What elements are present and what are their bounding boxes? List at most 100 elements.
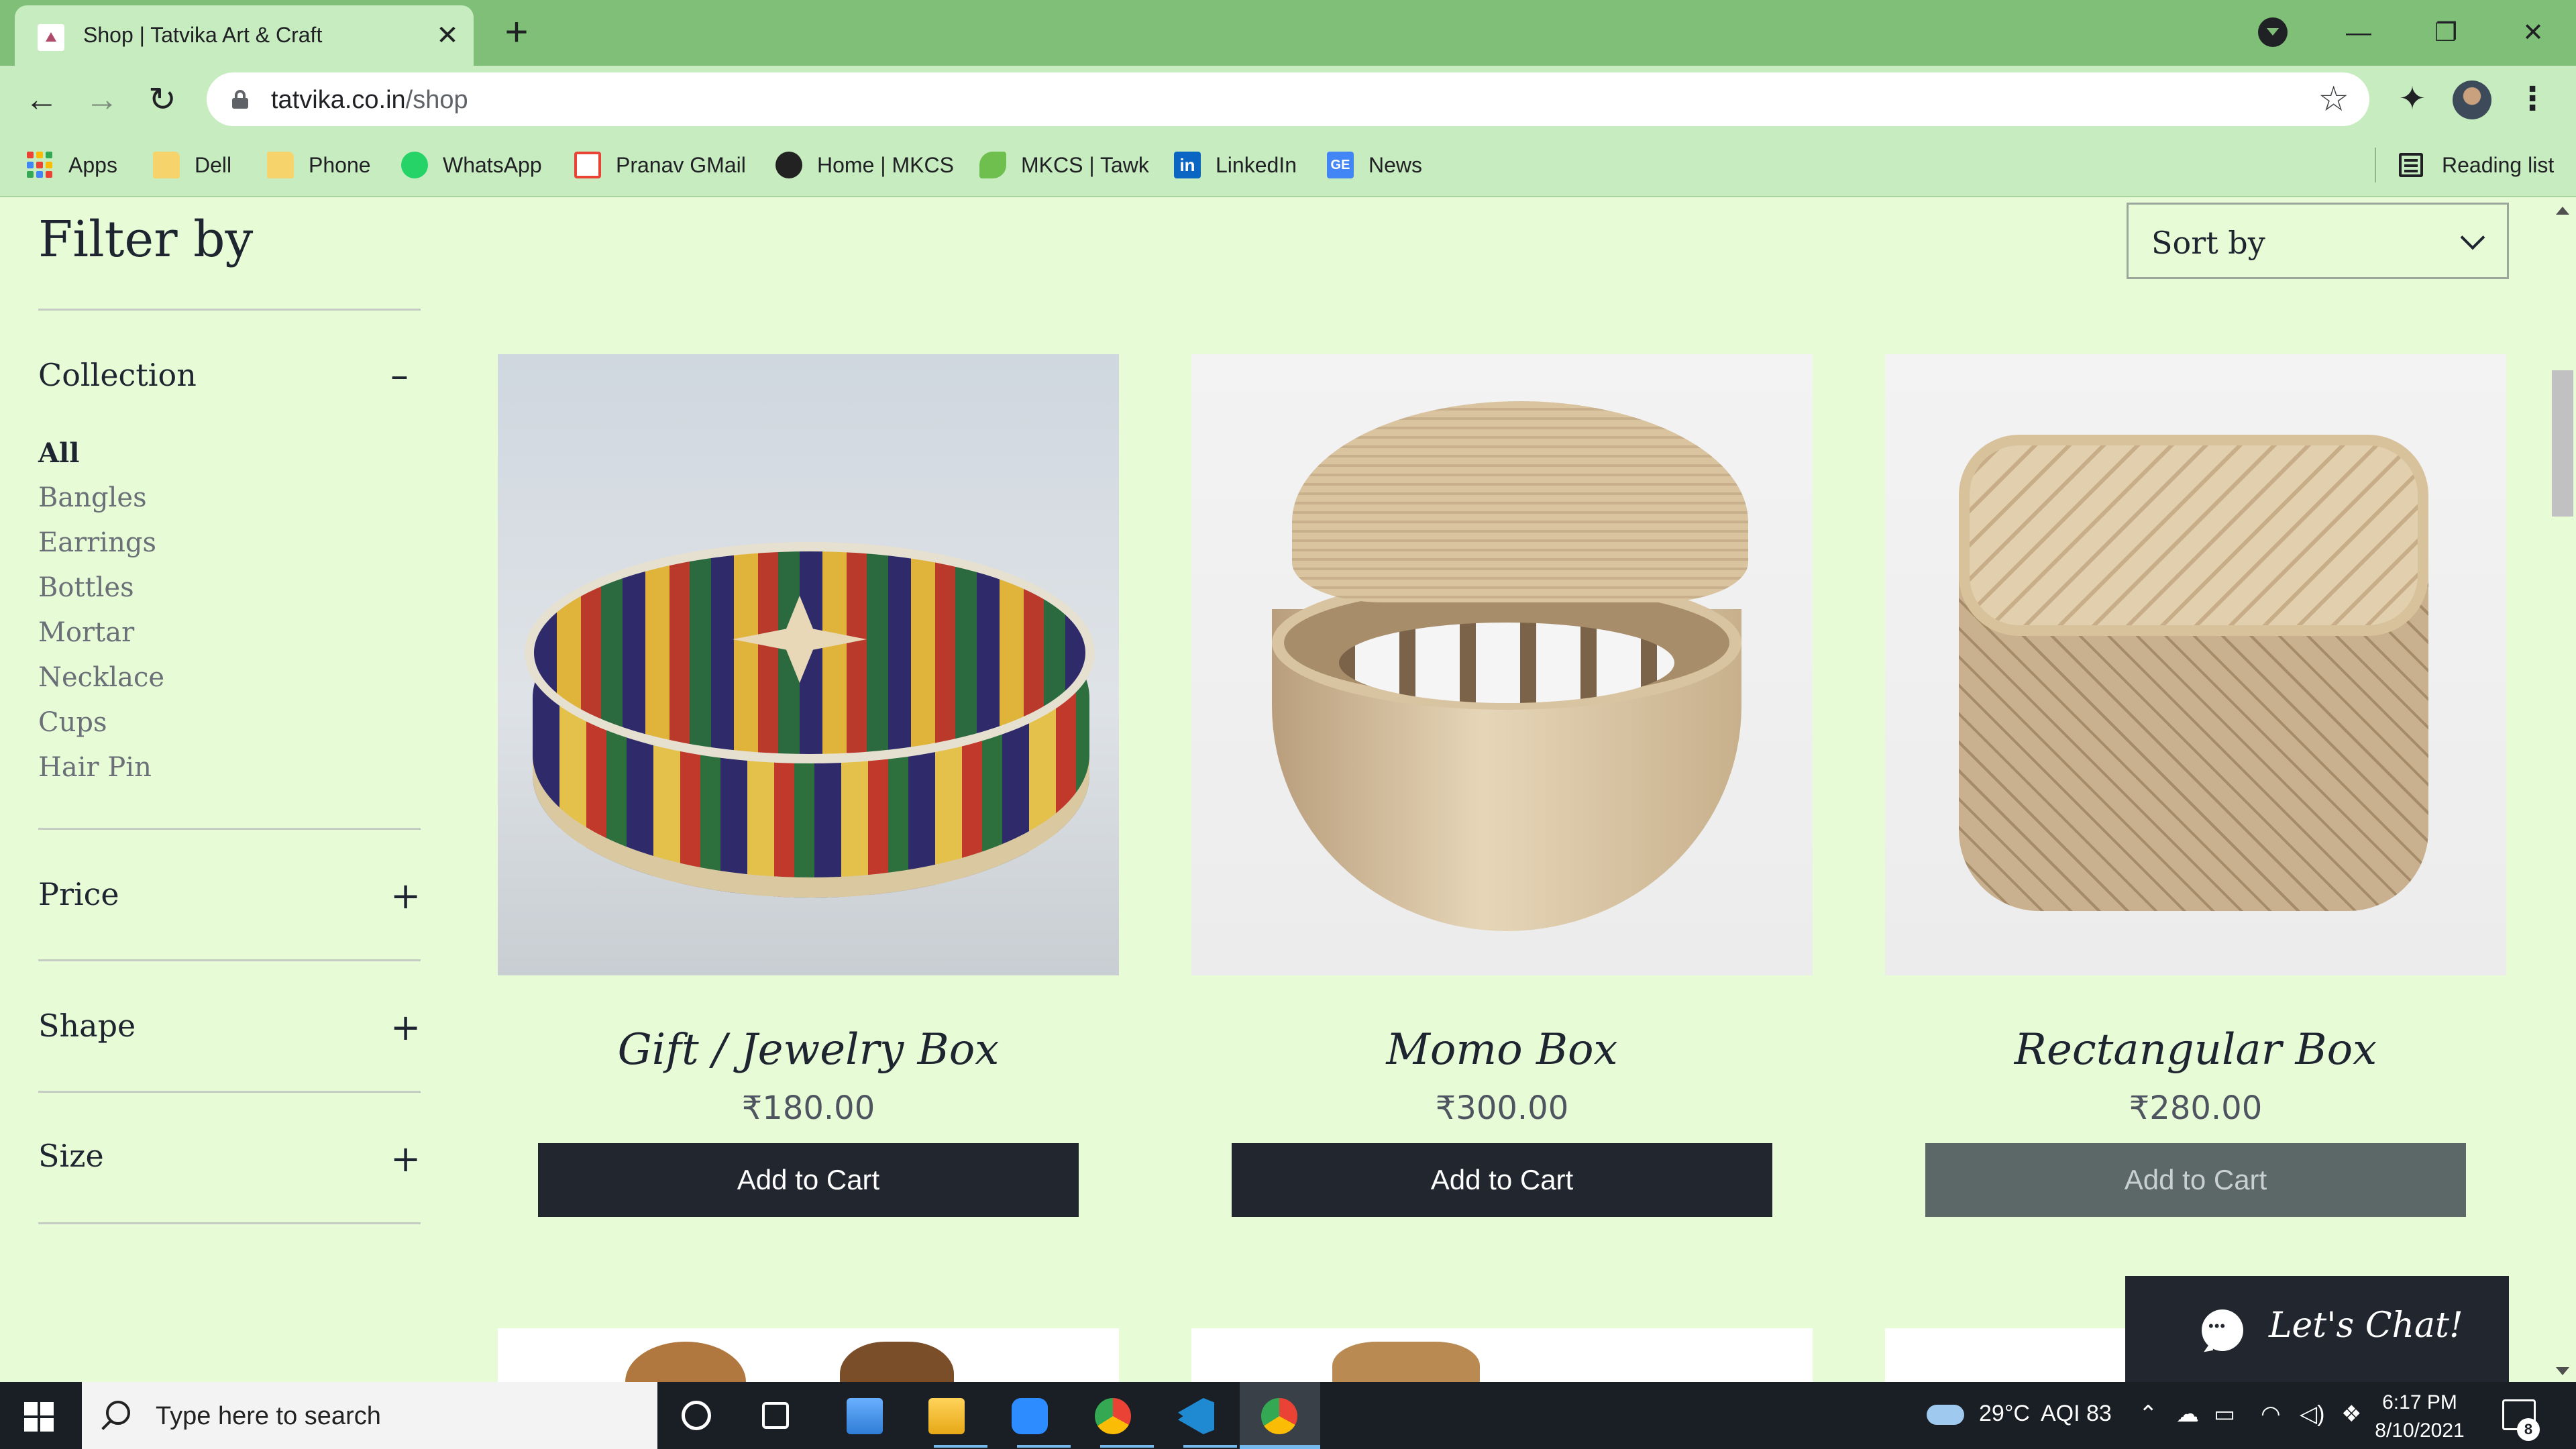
site-favicon-icon [38,24,64,51]
collection-item-hair-pin[interactable]: Hair Pin [38,752,152,783]
chrome-menu-icon[interactable]: ⋮ [2516,79,2549,119]
collection-item-mortar[interactable]: Mortar [38,617,134,648]
bookmark-label: News [1368,152,1423,177]
laptop-app-icon[interactable] [847,1398,883,1434]
bookmark-label: WhatsApp [443,152,542,177]
product-name[interactable]: Rectangular Box [1885,1025,2506,1075]
bookmark-whatsapp[interactable]: WhatsApp [401,148,542,182]
bookmark-label: Apps [68,152,117,177]
running-app-indicator [934,1445,987,1448]
reload-button[interactable]: ↻ [141,78,184,121]
price-expand-icon[interactable]: + [390,875,421,917]
back-button[interactable]: ← [20,78,63,121]
reading-list-icon [2399,153,2423,177]
scroll-down-icon[interactable] [2556,1367,2569,1375]
onedrive-icon[interactable]: ☁ [2176,1401,2199,1428]
bookmark-mkcs-tawk[interactable]: MKCS | Tawk [979,148,1149,182]
scroll-up-icon[interactable] [2556,207,2569,215]
taskbar-search-box[interactable]: Type here to search [82,1382,657,1449]
scrollbar-thumb[interactable] [2552,370,2573,517]
windows-taskbar: Type here to search 29°C AQI 83 ⌃ ☁ ▭ ◠ … [0,1382,2576,1449]
product-image[interactable] [1191,354,1813,975]
add-to-cart-button[interactable]: Add to Cart [1232,1143,1772,1217]
product-image[interactable] [498,354,1119,975]
task-view-icon[interactable] [762,1402,789,1429]
bookmarks-bar: Apps Dell Phone WhatsApp Pranav GMail Ho… [0,133,2576,197]
size-filter-header[interactable]: Size [38,1138,104,1174]
add-to-cart-button[interactable]: Add to Cart [538,1143,1079,1217]
product-name[interactable]: Momo Box [1191,1025,1813,1075]
bookmark-news[interactable]: GE News [1327,148,1422,182]
chat-widget[interactable]: Let's Chat! [2125,1276,2509,1382]
system-clock[interactable]: 6:17 PM 8/10/2021 [2369,1389,2470,1445]
profile-avatar[interactable] [2453,80,2491,119]
collection-item-bottles[interactable]: Bottles [38,572,134,603]
bookmark-phone[interactable]: Phone [267,148,371,182]
restore-button[interactable]: ❐ [2419,9,2473,56]
zoom-icon[interactable] [1012,1398,1048,1434]
gmail-icon [574,152,601,178]
cortana-icon[interactable] [682,1401,711,1430]
weather-temperature[interactable]: 29°C [1979,1401,2030,1427]
shape-expand-icon[interactable]: + [390,1006,421,1049]
filter-title: Filter by [38,211,254,268]
size-expand-icon[interactable]: + [390,1138,421,1180]
add-to-cart-button[interactable]: Add to Cart [1925,1143,2466,1217]
collection-item-necklace[interactable]: Necklace [38,662,164,693]
wifi-icon[interactable]: ◠ [2261,1401,2281,1428]
bookmark-label: MKCS | Tawk [1021,152,1149,177]
search-placeholder: Type here to search [156,1402,381,1430]
page-scrollbar[interactable] [2549,199,2576,1382]
reading-list-button[interactable]: Reading list [2375,148,2554,182]
bookmark-dell[interactable]: Dell [153,148,231,182]
product-image[interactable] [1191,1328,1813,1382]
volume-icon[interactable]: ◁) [2300,1401,2324,1428]
collection-collapse-icon[interactable]: – [390,354,409,396]
forward-button[interactable]: → [80,78,123,121]
windows-start-icon[interactable] [24,1402,54,1432]
chrome-active-icon[interactable] [1261,1398,1297,1434]
battery-icon[interactable]: ▭ [2214,1401,2235,1428]
collection-item-earrings[interactable]: Earrings [38,527,156,558]
bookmark-linkedin[interactable]: in LinkedIn [1174,148,1297,182]
extensions-puzzle-icon[interactable]: ✦ [2392,79,2432,119]
lock-icon[interactable] [232,90,248,109]
product-image[interactable] [498,1328,1119,1382]
vscode-icon[interactable] [1178,1398,1214,1434]
product-image[interactable] [1885,354,2506,975]
minimize-button[interactable]: — [2332,9,2385,56]
running-app-indicator [1183,1445,1237,1448]
product-name[interactable]: Gift / Jewelry Box [498,1025,1119,1075]
browser-tab[interactable]: Shop | Tatvika Art & Craft ✕ [15,5,474,66]
collection-item-cups[interactable]: Cups [38,707,107,738]
file-explorer-icon[interactable] [928,1398,965,1434]
weather-cloud-icon[interactable] [1927,1405,1964,1425]
bookmark-label: LinkedIn [1216,152,1297,177]
chevron-down-icon [2460,225,2485,250]
bookmark-pranav-gmail[interactable]: Pranav GMail [574,148,746,182]
tray-chevron-icon[interactable]: ⌃ [2139,1401,2158,1428]
chat-bubble-icon [2202,1309,2243,1351]
shape-filter-header[interactable]: Shape [38,1008,136,1044]
bookmark-apps[interactable]: Apps [27,148,117,182]
address-bar[interactable]: tatvika.co.in/shop ☆ [207,72,2369,126]
bookmark-home-mkcs[interactable]: Home | MKCS [775,148,954,182]
new-tab-button[interactable]: + [496,12,537,54]
collection-item-all[interactable]: All [38,437,79,469]
apps-grid-icon [27,152,54,178]
mkcs-icon [775,152,802,178]
collection-filter-header[interactable]: Collection [38,357,197,393]
chrome-icon[interactable] [1095,1398,1131,1434]
tab-search-icon[interactable] [2258,17,2288,47]
sort-dropdown[interactable]: Sort by [2127,203,2509,279]
collection-item-bangles[interactable]: Bangles [38,482,147,513]
product-price: ₹300.00 [1435,1089,1569,1127]
whatsapp-icon [401,152,428,178]
price-filter-header[interactable]: Price [38,876,119,912]
weather-aqi[interactable]: AQI 83 [2041,1401,2112,1427]
bookmark-label: Phone [309,152,371,177]
close-tab-icon[interactable]: ✕ [431,19,464,52]
bookmark-star-icon[interactable]: ☆ [2318,79,2349,119]
dropbox-icon[interactable]: ❖ [2341,1401,2361,1428]
close-window-button[interactable]: ✕ [2506,9,2560,56]
